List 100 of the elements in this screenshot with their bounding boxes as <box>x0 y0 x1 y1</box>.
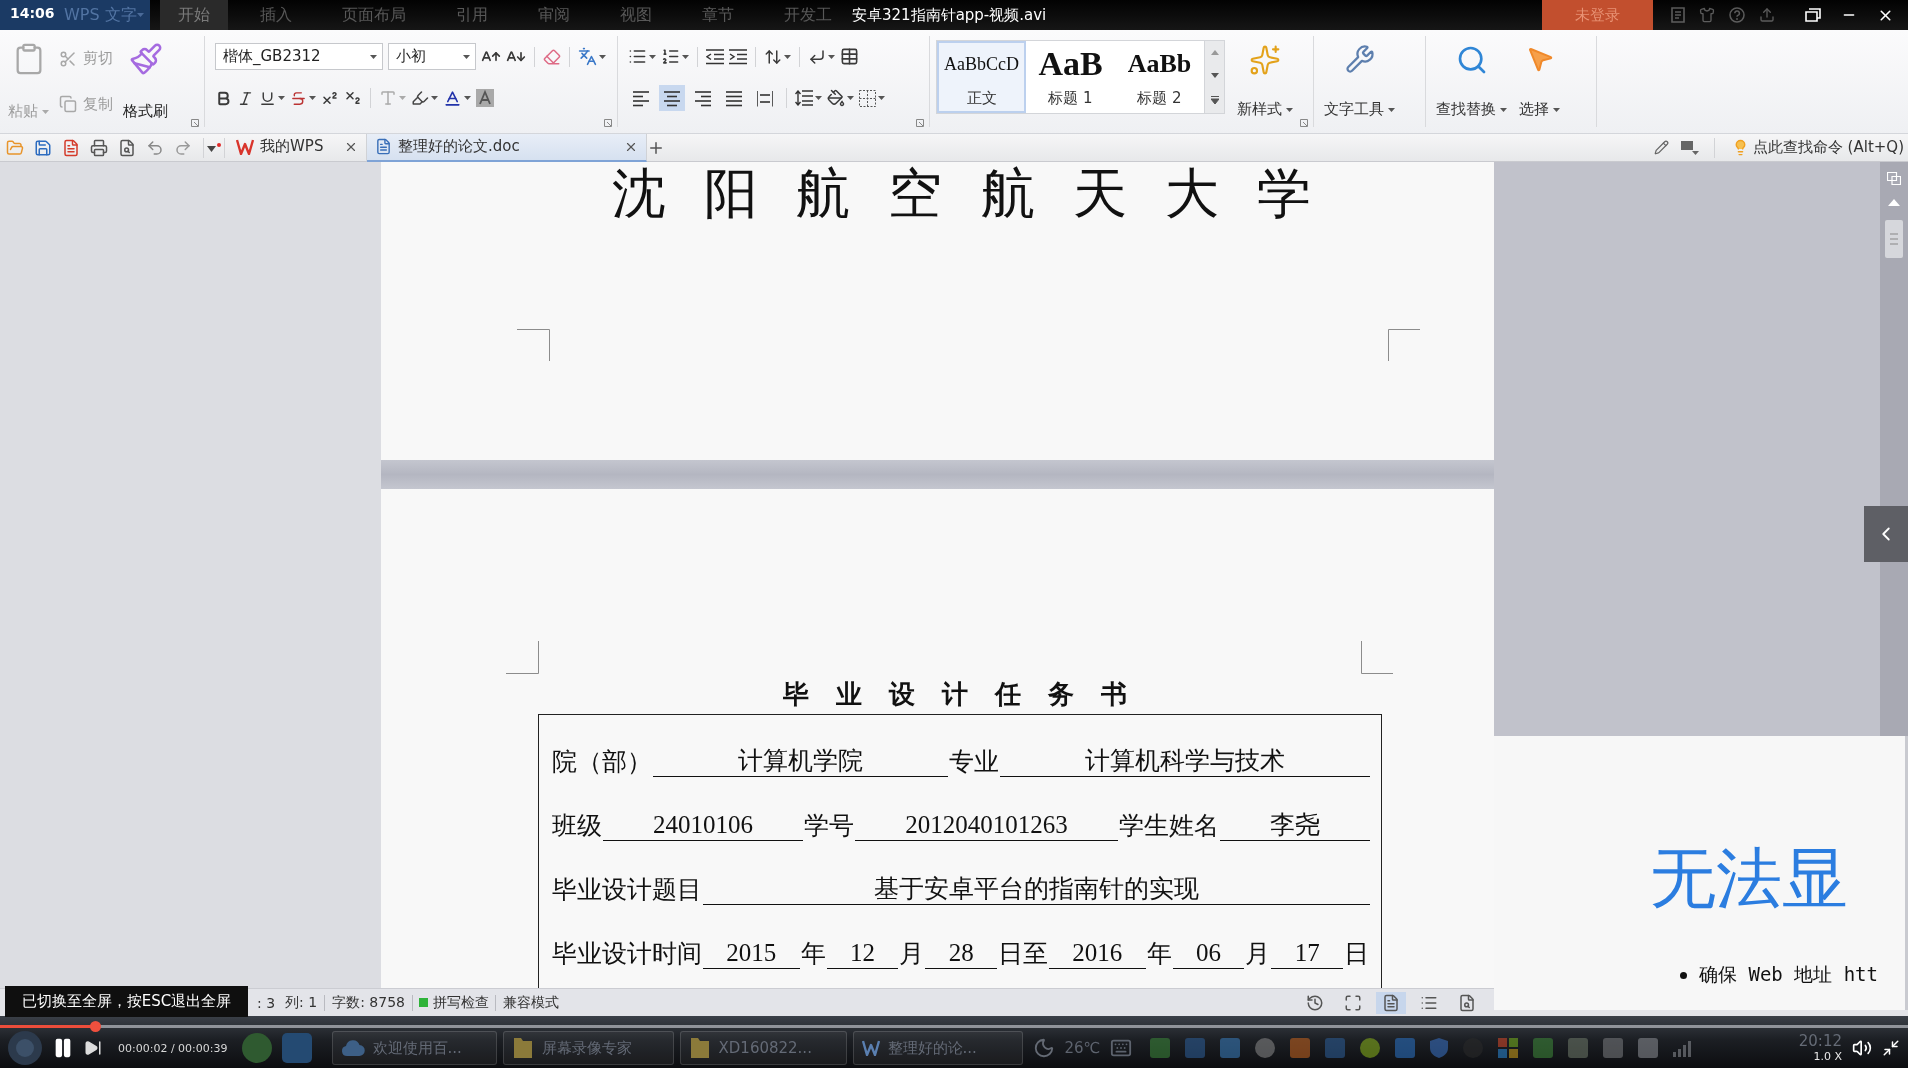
align-left-icon <box>633 89 649 107</box>
style-preview: AaB <box>1038 47 1103 81</box>
dialog-launcher-icon[interactable] <box>604 119 612 127</box>
character-shading-icon[interactable] <box>476 89 494 108</box>
paint-bucket-icon[interactable] <box>827 89 845 108</box>
table-icon[interactable] <box>840 47 859 67</box>
dialog-launcher-icon[interactable] <box>191 119 199 127</box>
caret-down-icon[interactable] <box>463 54 470 59</box>
new-style-button[interactable]: 新样式 <box>1231 36 1299 127</box>
form-label: 院（部） <box>551 746 653 777</box>
select-button[interactable]: 选择 <box>1513 36 1566 127</box>
line-break-icon[interactable] <box>808 47 826 66</box>
borders-icon[interactable] <box>859 89 876 107</box>
crop-mark-icon <box>506 641 539 674</box>
customize-caret-icon[interactable] <box>207 142 221 153</box>
highlighter-icon[interactable] <box>411 89 429 108</box>
taskbar-button[interactable]: 欢迎使用百... <box>331 1031 497 1065</box>
shirt-icon[interactable] <box>1699 7 1715 23</box>
caret-down-icon[interactable] <box>464 96 471 101</box>
volume-icon[interactable] <box>1852 1038 1872 1058</box>
taskbar-button[interactable]: 整理好的论... <box>852 1031 1023 1065</box>
video-title: 安卓321指南针app-视频.avi <box>852 5 1047 25</box>
upload-icon[interactable] <box>1759 7 1775 23</box>
menu-tab[interactable]: 插入 <box>242 0 310 30</box>
caret-down-icon[interactable] <box>649 54 656 59</box>
numbered-list-icon[interactable] <box>661 47 680 67</box>
crop-mark-icon <box>1361 641 1394 674</box>
more-styles-icon[interactable] <box>1210 96 1219 104</box>
align-center-button[interactable] <box>659 85 685 112</box>
taskbar-button[interactable]: 屏幕录像专家 <box>502 1031 674 1065</box>
caret-down-icon[interactable] <box>599 54 606 59</box>
menu-tab[interactable]: 审阅 <box>520 0 588 30</box>
caret-down-icon[interactable] <box>815 96 822 101</box>
taskbar-button[interactable]: XD160822... <box>679 1031 847 1065</box>
translate-icon[interactable] <box>578 47 597 67</box>
page-view-button[interactable] <box>1376 991 1406 1014</box>
menu-tab[interactable]: 引用 <box>438 0 506 30</box>
document-search-icon[interactable] <box>118 138 136 157</box>
line-spacing-icon[interactable] <box>795 90 813 107</box>
side-panel-toggle[interactable] <box>1864 506 1908 562</box>
save-icon[interactable] <box>34 138 52 157</box>
document-tab[interactable]: 整理好的论文.doc <box>367 133 647 162</box>
caret-down-icon[interactable] <box>431 96 438 101</box>
bold-icon[interactable] <box>215 89 232 107</box>
underline-icon[interactable] <box>259 89 276 107</box>
caret-down-icon[interactable] <box>828 54 835 59</box>
paintbrush-icon <box>128 42 163 76</box>
strikethrough-icon[interactable] <box>290 89 307 107</box>
playback-speed[interactable]: 1.0 X <box>1813 1051 1842 1062</box>
caret-down-icon <box>1286 107 1293 112</box>
dialog-launcher-icon[interactable] <box>916 119 924 127</box>
caret-down-icon[interactable] <box>309 96 316 101</box>
sort-arrows-icon[interactable] <box>764 47 782 66</box>
help-icon[interactable] <box>1729 7 1745 23</box>
caret-down-icon[interactable] <box>370 54 377 59</box>
italic-icon[interactable] <box>237 89 254 107</box>
weather-text: 26℃ <box>1064 1039 1101 1057</box>
caret-down-icon[interactable] <box>847 96 854 101</box>
increase-indent-icon[interactable] <box>729 48 747 65</box>
menu-tab[interactable]: 开发工 <box>766 0 850 30</box>
progress-handle[interactable] <box>90 1021 102 1032</box>
app-menu-button[interactable]: WPS 文字 <box>64 0 150 30</box>
restore-icon[interactable] <box>1805 8 1821 22</box>
find-replace-button[interactable]: 查找替换 <box>1430 36 1513 127</box>
menu-tab[interactable]: 章节 <box>684 0 752 30</box>
menu-tab[interactable]: 开始 <box>160 0 228 30</box>
printer-icon[interactable] <box>90 138 108 157</box>
text-tools-button[interactable]: 文字工具 <box>1318 36 1401 127</box>
caret-down-icon[interactable] <box>682 54 689 59</box>
caret-down-icon[interactable] <box>784 54 791 59</box>
font-family-field[interactable]: 楷体_GB2312 <box>215 43 383 71</box>
eraser-icon[interactable] <box>543 47 561 66</box>
crop-mark-icon <box>1388 329 1421 362</box>
panel-dropdown-icon[interactable] <box>1680 140 1699 155</box>
keyboard-icon[interactable] <box>1110 1037 1133 1059</box>
app-tile-icon <box>1185 1038 1206 1058</box>
format-painter-button[interactable]: 格式刷 <box>119 36 172 127</box>
fill-in-line: 基于安卓平台的指南针的实现 <box>703 872 1370 906</box>
undo-icon[interactable] <box>146 138 164 157</box>
caret-down-icon[interactable] <box>878 96 885 101</box>
next-icon[interactable] <box>84 1039 102 1057</box>
spell-check-button[interactable]: 拼写检查 <box>414 993 493 1012</box>
file-icon[interactable] <box>62 138 80 157</box>
caret-down-icon[interactable] <box>278 96 285 101</box>
redo-icon[interactable] <box>174 138 192 157</box>
decrease-indent-icon[interactable] <box>706 48 724 65</box>
scroll-down-icon[interactable] <box>1210 73 1219 78</box>
font-color-icon[interactable] <box>443 88 462 108</box>
exit-fullscreen-icon[interactable] <box>1882 1039 1900 1057</box>
dialog-launcher-icon[interactable] <box>1300 119 1308 127</box>
menu-tab[interactable]: 页面布局 <box>324 0 424 30</box>
command-search[interactable]: 点此查找命令 (Alt+Q) <box>1729 138 1906 157</box>
scroll-thumb-icon[interactable] <box>1885 220 1903 258</box>
menu-tab[interactable]: 视图 <box>602 0 670 30</box>
login-button[interactable]: 未登录 <box>1542 0 1653 30</box>
pencil-icon[interactable] <box>1653 140 1669 155</box>
folder-icon <box>511 1036 534 1060</box>
round-app-icon <box>1255 1038 1276 1058</box>
style-option[interactable]: AaBbCcD 正文 <box>937 41 1026 113</box>
font-size-field[interactable]: 小初 <box>388 43 476 71</box>
